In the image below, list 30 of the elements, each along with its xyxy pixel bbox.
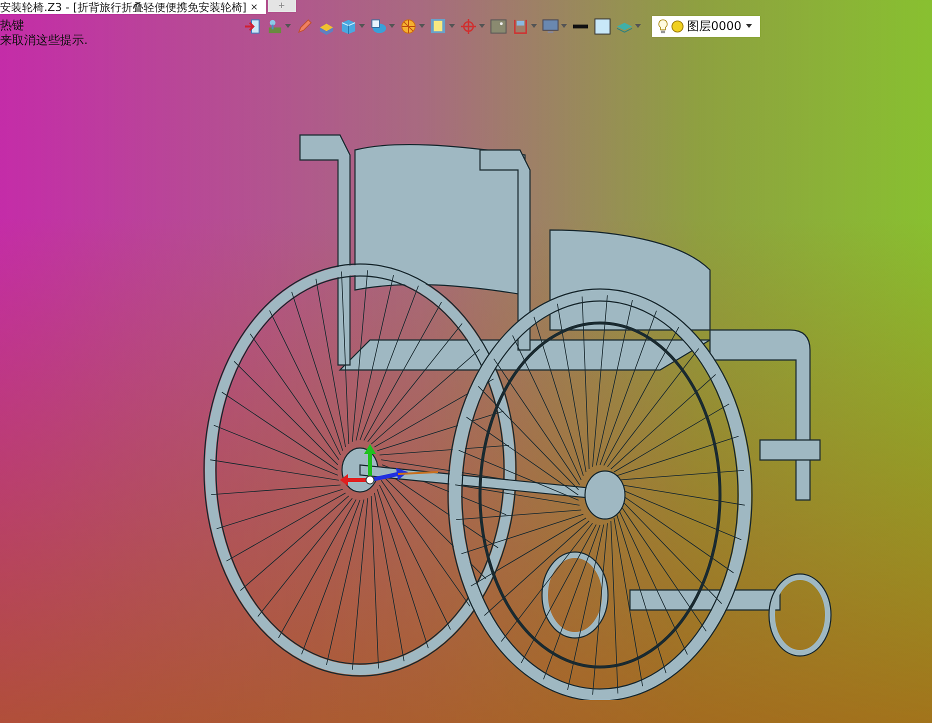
dropdown-arrow-icon[interactable]: [419, 24, 425, 28]
dropdown-arrow-icon[interactable]: [285, 24, 291, 28]
dropdown-arrow-icon[interactable]: [561, 24, 567, 28]
dropdown-arrow-icon[interactable]: [531, 24, 537, 28]
dropdown-arrow-icon[interactable]: [359, 24, 365, 28]
image-icon[interactable]: [490, 18, 507, 34]
dropdown-arrow-icon[interactable]: [449, 24, 455, 28]
dropdown-arrow-icon[interactable]: [635, 24, 641, 28]
lightbulb-icon: [658, 18, 668, 34]
cube-icon[interactable]: [340, 18, 357, 34]
view-icon[interactable]: [370, 18, 387, 34]
zoom-icon[interactable]: [430, 18, 447, 34]
exit-icon[interactable]: [244, 18, 261, 34]
tab-title: 安装轮椅.Z3 - [折背旅行折叠轻便便携免安装轮椅]: [0, 0, 247, 14]
pie-icon[interactable]: [400, 18, 417, 34]
monitor-icon[interactable]: [542, 18, 559, 34]
circle-icon: [671, 20, 684, 32]
document-tab[interactable]: 安装轮椅.Z3 - [折背旅行折叠轻便便携免安装轮椅] ×: [0, 0, 266, 14]
frame-icon[interactable]: [512, 18, 529, 34]
layer-dropdown[interactable]: 图层0000: [652, 16, 760, 36]
tool-icon[interactable]: [266, 18, 283, 34]
hint-text: 来取消这些提示.: [0, 33, 88, 48]
hint-text: 热键: [0, 18, 25, 33]
pencil-icon[interactable]: [296, 18, 313, 34]
caret-icon: [746, 24, 752, 28]
dropdown-arrow-icon[interactable]: [389, 24, 395, 28]
dropdown-arrow-icon[interactable]: [479, 24, 485, 28]
target-icon[interactable]: [460, 18, 477, 34]
close-tab-button[interactable]: ×: [246, 1, 262, 13]
square-icon[interactable]: [594, 18, 611, 34]
